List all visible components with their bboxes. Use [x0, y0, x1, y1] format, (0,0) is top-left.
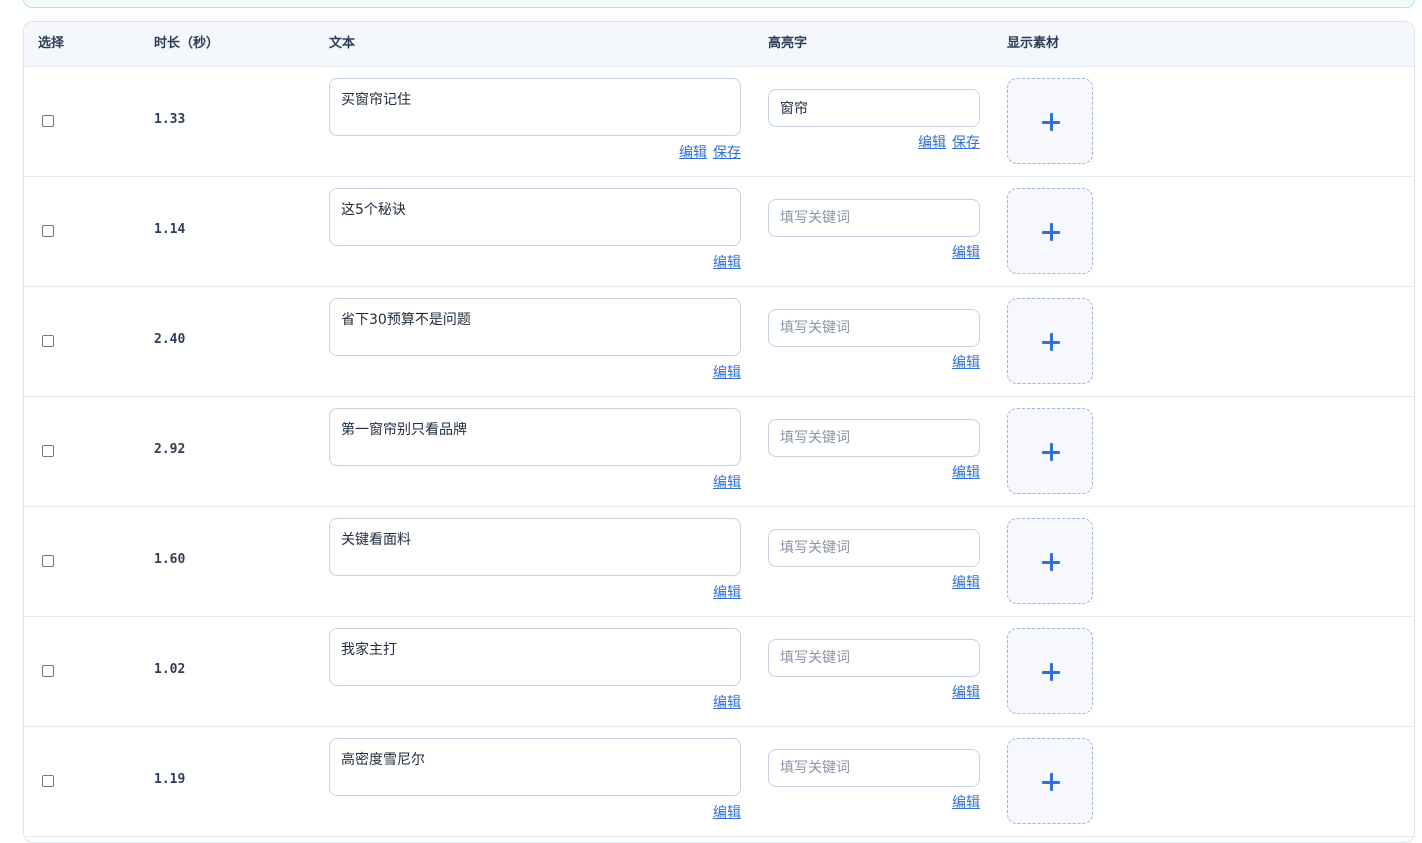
text-edit-link[interactable]: 编辑 [713, 255, 741, 271]
segment-text-field[interactable]: 我家主打 [329, 628, 741, 686]
add-media-button[interactable] [1007, 408, 1093, 494]
table-header: 选择 时长（秒） 文本 高亮字 显示素材 [24, 22, 1414, 67]
text-edit-link[interactable]: 编辑 [713, 695, 741, 711]
plus-icon [1042, 223, 1060, 241]
table-row: 1.60关键看面料编辑编辑 [24, 507, 1414, 617]
highlight-actions: 编辑 [946, 462, 980, 482]
text-actions: 编辑 [707, 582, 741, 602]
duration-value: 1.33 [154, 112, 186, 127]
table-row: 1.14这5个秘诀编辑编辑 [24, 177, 1414, 287]
segment-text-field[interactable]: 买窗帘记住 [329, 78, 741, 136]
header-duration: 时长（秒） [154, 36, 220, 51]
highlight-keyword-input[interactable] [768, 419, 980, 457]
segment-text-field[interactable]: 省下30预算不是问题 [329, 298, 741, 356]
text-actions: 编辑 保存 [673, 142, 741, 162]
segments-table: 选择 时长（秒） 文本 高亮字 显示素材 1.33买窗帘记住编辑保存编辑保存1.… [23, 21, 1415, 843]
add-media-button[interactable] [1007, 628, 1093, 714]
duration-value: 1.02 [154, 662, 186, 677]
table-row: 2.40省下30预算不是问题编辑编辑 [24, 287, 1414, 397]
row-select-checkbox[interactable] [42, 225, 54, 237]
text-save-link[interactable]: 保存 [713, 145, 741, 161]
add-media-button[interactable] [1007, 738, 1093, 824]
text-edit-link[interactable]: 编辑 [713, 805, 741, 821]
duration-value: 2.40 [154, 332, 186, 347]
top-banner [23, 0, 1415, 8]
text-actions: 编辑 [707, 692, 741, 712]
segment-text-field[interactable]: 高密度雪尼尔 [329, 738, 741, 796]
plus-icon [1042, 553, 1060, 571]
table-row: 1.33买窗帘记住编辑保存编辑保存 [24, 67, 1414, 177]
segment-text-field[interactable]: 第一窗帘别只看品牌 [329, 408, 741, 466]
highlight-edit-link[interactable]: 编辑 [918, 135, 946, 151]
row-select-checkbox[interactable] [42, 115, 54, 127]
text-actions: 编辑 [707, 252, 741, 272]
duration-value: 2.92 [154, 442, 186, 457]
highlight-actions: 编辑 [946, 682, 980, 702]
text-actions: 编辑 [707, 472, 741, 492]
plus-icon [1042, 663, 1060, 681]
text-actions: 编辑 [707, 802, 741, 822]
highlight-keyword-input[interactable] [768, 529, 980, 567]
highlight-keyword-input[interactable] [768, 89, 980, 127]
highlight-edit-link[interactable]: 编辑 [952, 245, 980, 261]
highlight-edit-link[interactable]: 编辑 [952, 685, 980, 701]
highlight-keyword-input[interactable] [768, 749, 980, 787]
highlight-edit-link[interactable]: 编辑 [952, 575, 980, 591]
highlight-edit-link[interactable]: 编辑 [952, 355, 980, 371]
row-select-checkbox[interactable] [42, 665, 54, 677]
plus-icon [1042, 773, 1060, 791]
header-select: 选择 [38, 36, 65, 51]
plus-icon [1042, 443, 1060, 461]
add-media-button[interactable] [1007, 78, 1093, 164]
text-edit-link[interactable]: 编辑 [713, 475, 741, 491]
highlight-edit-link[interactable]: 编辑 [952, 795, 980, 811]
highlight-actions: 编辑 [946, 242, 980, 262]
plus-icon [1042, 333, 1060, 351]
add-media-button[interactable] [1007, 298, 1093, 384]
text-edit-link[interactable]: 编辑 [679, 145, 707, 161]
row-select-checkbox[interactable] [42, 445, 54, 457]
text-edit-link[interactable]: 编辑 [713, 585, 741, 601]
add-media-button[interactable] [1007, 518, 1093, 604]
highlight-actions: 编辑 [946, 352, 980, 372]
highlight-keyword-input[interactable] [768, 199, 980, 237]
duration-value: 1.60 [154, 552, 186, 567]
highlight-actions: 编辑 [946, 572, 980, 592]
header-media: 显示素材 [1007, 36, 1060, 51]
segment-text-field[interactable]: 这5个秘诀 [329, 188, 741, 246]
table-row: 2.92第一窗帘别只看品牌编辑编辑 [24, 397, 1414, 507]
row-select-checkbox[interactable] [42, 775, 54, 787]
duration-value: 1.14 [154, 222, 186, 237]
highlight-save-link[interactable]: 保存 [952, 135, 980, 151]
highlight-actions: 编辑 [946, 792, 980, 812]
highlight-edit-link[interactable]: 编辑 [952, 465, 980, 481]
row-select-checkbox[interactable] [42, 335, 54, 347]
header-text: 文本 [329, 36, 356, 51]
duration-value: 1.19 [154, 772, 186, 787]
highlight-keyword-input[interactable] [768, 639, 980, 677]
segment-text-field[interactable]: 关键看面料 [329, 518, 741, 576]
table-row: 1.02我家主打编辑编辑 [24, 617, 1414, 727]
table-body: 1.33买窗帘记住编辑保存编辑保存1.14这5个秘诀编辑编辑2.40省下30预算… [24, 67, 1414, 837]
highlight-actions: 编辑 保存 [912, 132, 980, 152]
row-select-checkbox[interactable] [42, 555, 54, 567]
text-actions: 编辑 [707, 362, 741, 382]
header-highlight: 高亮字 [768, 36, 808, 51]
plus-icon [1042, 113, 1060, 131]
highlight-keyword-input[interactable] [768, 309, 980, 347]
add-media-button[interactable] [1007, 188, 1093, 274]
text-edit-link[interactable]: 编辑 [713, 365, 741, 381]
